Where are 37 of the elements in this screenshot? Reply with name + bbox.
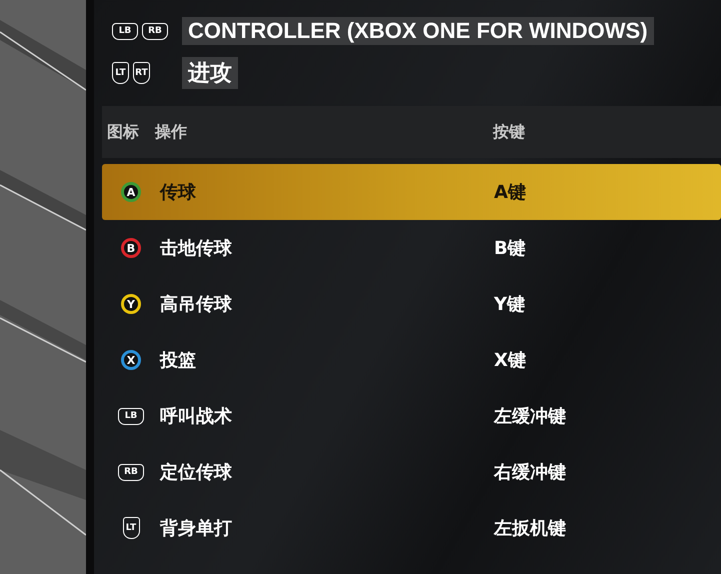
action-label: 投篮	[160, 349, 197, 372]
bumper-button-icon: LB	[118, 408, 144, 424]
mapping-row[interactable]: A 传球 A键	[102, 164, 721, 220]
bumper-button-icon: RB	[142, 22, 168, 40]
bumper-button-icon: LB	[112, 22, 138, 40]
mapping-row[interactable]: LB 呼叫战术 左缓冲键	[102, 388, 721, 444]
trigger-button-icon: LT	[112, 62, 129, 84]
column-header: 操作	[155, 122, 188, 142]
column-header: 按键	[493, 122, 525, 142]
header-title: CONTROLLER (XBOX ONE FOR WINDOWS)	[182, 17, 654, 45]
key-label: 左缓冲键	[494, 405, 566, 428]
mapping-row[interactable]: Y 高吊传球 Y键	[102, 276, 721, 332]
face-button-icon: Y	[121, 294, 141, 314]
action-label: 背身单打	[160, 517, 233, 540]
key-label: Y键	[494, 293, 526, 316]
action-label: 高吊传球	[160, 293, 233, 316]
mapping-row[interactable]: LT 背身单打 左扳机键	[102, 500, 721, 556]
key-label: B键	[494, 237, 526, 260]
key-label: 右缓冲键	[494, 461, 566, 484]
action-label: 呼叫战术	[160, 405, 233, 428]
mapping-row[interactable]: X 投篮 X键	[102, 332, 721, 388]
face-button-icon: A	[121, 182, 141, 202]
header-title: 进攻	[182, 57, 238, 89]
mapping-row[interactable]: RB 定位传球 右缓冲键	[102, 444, 721, 500]
action-label: 击地传球	[160, 237, 233, 260]
trigger-button-icon: RT	[133, 62, 150, 84]
action-label: 定位传球	[160, 461, 233, 484]
key-label: X键	[494, 349, 526, 372]
trigger-button-icon: LT	[122, 517, 140, 539]
face-button-icon: B	[121, 238, 141, 258]
key-label: 左扳机键	[494, 517, 566, 540]
key-label: A键	[494, 181, 526, 204]
bumper-button-icon: RB	[118, 464, 144, 480]
column-header: 图标	[106, 122, 140, 142]
action-label: 传球	[160, 181, 197, 204]
mapping-row[interactable]: B 击地传球 B键	[102, 220, 721, 276]
face-button-icon: X	[121, 350, 141, 370]
